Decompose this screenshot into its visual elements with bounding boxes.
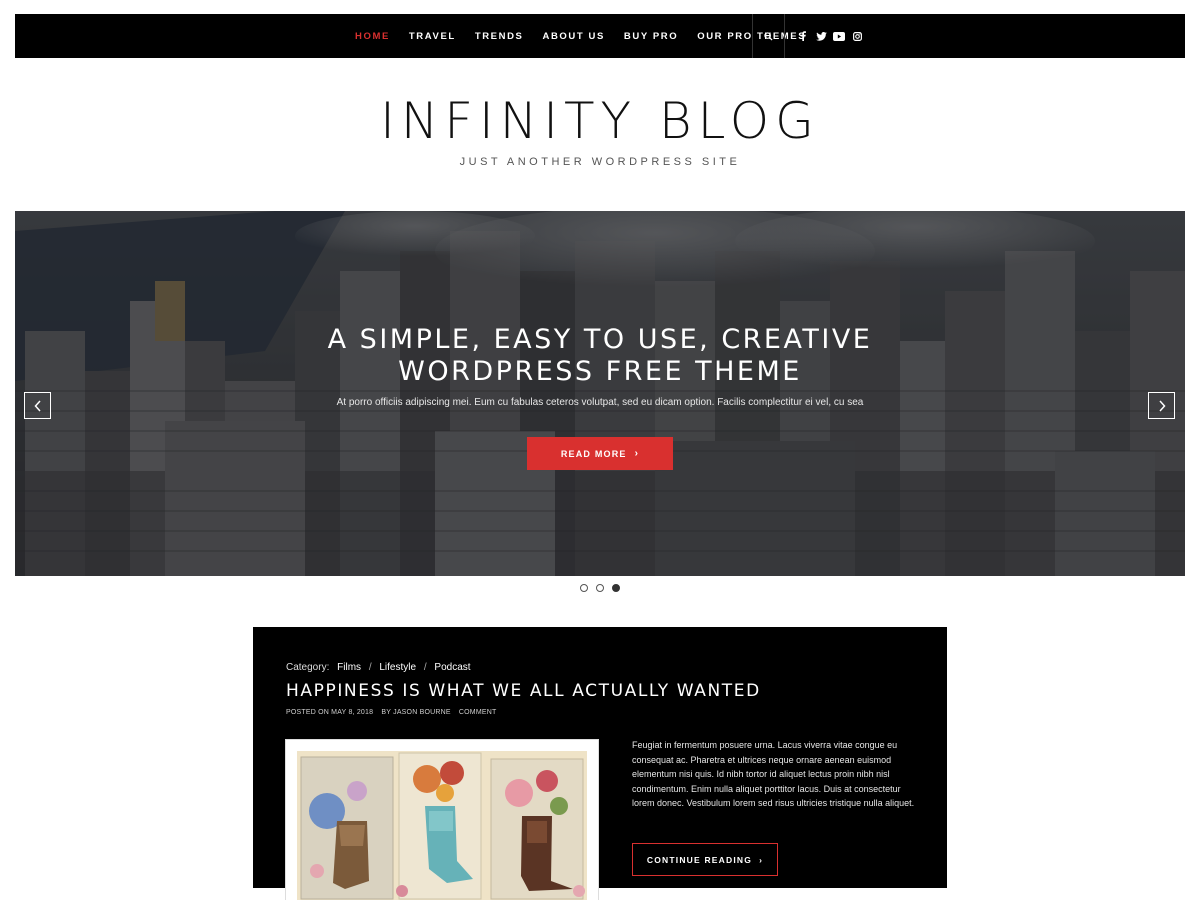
- nav-item-about-us[interactable]: ABOUT US: [542, 31, 604, 42]
- nav-item-home[interactable]: HOME: [355, 31, 390, 42]
- post-author[interactable]: BY JASON BOURNE: [381, 709, 450, 716]
- post-title[interactable]: HAPPINESS IS WHAT WE ALL ACTUALLY WANTED: [286, 681, 761, 701]
- search-button[interactable]: [753, 14, 784, 58]
- youtube-icon[interactable]: [833, 30, 845, 42]
- top-navbar: HOME TRAVEL TRENDS ABOUT US BUY PRO OUR …: [15, 14, 1185, 58]
- read-more-label: READ MORE: [560, 448, 627, 459]
- slider-prev-button[interactable]: [24, 392, 51, 419]
- post-featured-image[interactable]: [285, 739, 599, 900]
- post-categories: Category: Films / Lifestyle / Podcast: [286, 662, 471, 673]
- slider-next-button[interactable]: [1148, 392, 1175, 419]
- slider-dot[interactable]: [596, 584, 604, 592]
- hero-title-line: WORDPRESS FREE THEME: [398, 356, 802, 387]
- hero-overlay: [15, 211, 1185, 576]
- category-label: Category:: [286, 662, 330, 673]
- social-links: [791, 14, 863, 58]
- vintage-boots-image: [297, 751, 587, 900]
- chevron-right-icon: ›: [759, 854, 764, 865]
- post-card: Category: Films / Lifestyle / Podcast HA…: [253, 627, 947, 900]
- site-title[interactable]: INFINITY BLOG: [0, 92, 1200, 150]
- chevron-left-icon: [33, 399, 41, 412]
- postcards-illustration: [297, 751, 587, 900]
- nav-item-trends[interactable]: TRENDS: [475, 31, 524, 42]
- category-link[interactable]: Podcast: [434, 662, 470, 673]
- category-separator: /: [368, 662, 372, 673]
- post-excerpt: Feugiat in fermentum posuere urna. Lacus…: [632, 740, 915, 809]
- search-icon: [764, 31, 773, 41]
- hero-title: A SIMPLE, EASY TO USE, CREATIVE WORDPRES…: [15, 324, 1185, 388]
- hero-slider: A SIMPLE, EASY TO USE, CREATIVE WORDPRES…: [15, 211, 1185, 576]
- category-separator: /: [423, 662, 427, 673]
- twitter-icon[interactable]: [815, 30, 827, 42]
- nav-item-travel[interactable]: TRAVEL: [409, 31, 456, 42]
- post-comment-link[interactable]: COMMENT: [459, 709, 497, 716]
- slider-dot-active[interactable]: [612, 584, 620, 592]
- hero-title-line: A SIMPLE, EASY TO USE, CREATIVE: [327, 324, 873, 355]
- slider-pagination: [580, 584, 628, 592]
- facebook-icon[interactable]: [797, 30, 809, 42]
- continue-reading-label: CONTINUE READING: [646, 854, 753, 865]
- slider-dot[interactable]: [580, 584, 588, 592]
- nav-divider: [784, 14, 785, 58]
- hero-excerpt: At porro officiis adipiscing mei. Eum cu…: [336, 397, 864, 408]
- category-link[interactable]: Films: [337, 662, 361, 673]
- read-more-button[interactable]: READ MORE ›: [527, 437, 673, 470]
- continue-reading-button[interactable]: CONTINUE READING ›: [632, 843, 778, 876]
- site-tagline: JUST ANOTHER WORDPRESS SITE: [459, 156, 741, 168]
- post-date[interactable]: POSTED ON MAY 8, 2018: [286, 709, 373, 716]
- category-link[interactable]: Lifestyle: [379, 662, 416, 673]
- post-meta: POSTED ON MAY 8, 2018 BY JASON BOURNE CO…: [286, 709, 502, 716]
- instagram-icon[interactable]: [851, 30, 863, 42]
- chevron-right-icon: ›: [634, 448, 640, 459]
- chevron-right-icon: [1158, 399, 1166, 412]
- nav-item-buy-pro[interactable]: BUY PRO: [624, 31, 678, 42]
